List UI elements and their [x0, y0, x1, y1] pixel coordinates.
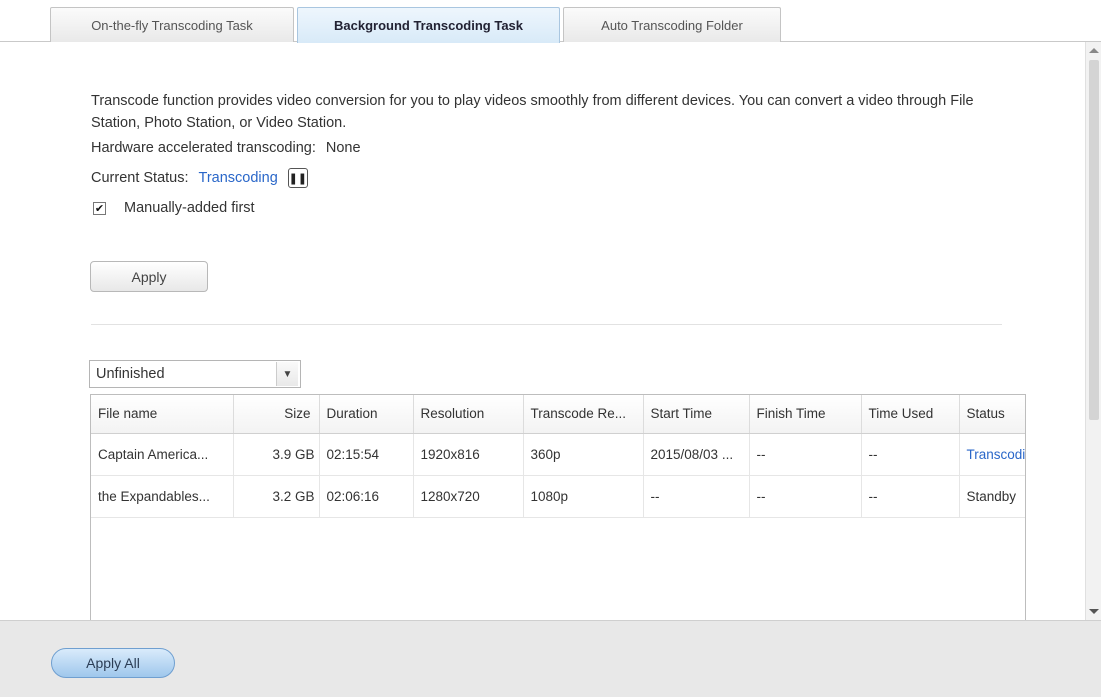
tab-bar: On-the-fly Transcoding Task Background T… — [0, 0, 1101, 43]
cell-start: -- — [643, 475, 750, 518]
tab-auto-folder[interactable]: Auto Transcoding Folder — [563, 7, 781, 42]
cell-duration: 02:15:54 — [319, 433, 414, 476]
col-file-name[interactable]: File name — [91, 395, 234, 434]
filter-selected: Unfinished — [96, 366, 165, 382]
status-label: Current Status: — [91, 170, 189, 186]
manual-first-label: Manually-added first — [124, 200, 255, 216]
vertical-scrollbar[interactable] — [1085, 42, 1101, 620]
col-status[interactable]: Status — [959, 395, 1025, 434]
footer-bar: Apply All — [0, 620, 1101, 697]
cell-start: 2015/08/03 ... — [643, 433, 750, 476]
scrollbar-thumb[interactable] — [1089, 60, 1099, 420]
hardware-value: None — [325, 140, 361, 156]
cell-size: 3.2 GB — [233, 475, 320, 518]
apply-button[interactable]: Apply — [90, 261, 208, 292]
cell-transcode: 1080p — [523, 475, 644, 518]
manual-first-checkbox[interactable]: ✔ — [93, 201, 106, 215]
description-text: Transcode function provides video conver… — [91, 93, 974, 131]
col-start-time[interactable]: Start Time — [643, 395, 750, 434]
cell-used: -- — [861, 433, 960, 476]
status-filter-select[interactable]: Unfinished ▼ — [89, 360, 301, 388]
cell-finish: -- — [749, 475, 862, 518]
task-table: File name Size Duration Resolution Trans… — [90, 394, 1026, 620]
manual-first-row: ✔ Manually-added first — [93, 200, 255, 216]
cell-size: 3.9 GB — [233, 433, 320, 476]
hardware-label: Hardware accelerated transcoding: — [91, 140, 316, 156]
scroll-up-icon[interactable] — [1089, 48, 1099, 53]
cell-used: -- — [861, 475, 960, 518]
col-size[interactable]: Size — [233, 395, 320, 434]
cell-duration: 02:06:16 — [319, 475, 414, 518]
cell-file: the Expandables... — [91, 475, 234, 518]
scroll-down-icon[interactable] — [1089, 609, 1099, 614]
table-row[interactable]: Captain America... 3.9 GB 02:15:54 1920x… — [91, 433, 1025, 476]
tab-on-the-fly[interactable]: On-the-fly Transcoding Task — [50, 7, 294, 42]
col-finish-time[interactable]: Finish Time — [749, 395, 862, 434]
cell-status: Standby — [959, 475, 1025, 518]
chevron-down-icon[interactable]: ▼ — [276, 362, 298, 386]
cell-resolution: 1920x816 — [413, 433, 524, 476]
main-panel: Transcode function provides video conver… — [0, 42, 1085, 620]
cell-resolution: 1280x720 — [413, 475, 524, 518]
cell-file: Captain America... — [91, 433, 234, 476]
cell-finish: -- — [749, 433, 862, 476]
col-transcode-resolution[interactable]: Transcode Re... — [523, 395, 644, 434]
table-row[interactable]: the Expandables... 3.2 GB 02:06:16 1280x… — [91, 475, 1025, 518]
apply-all-button[interactable]: Apply All — [51, 648, 175, 678]
divider — [91, 324, 1002, 325]
status-value: Transcoding — [198, 170, 278, 186]
col-time-used[interactable]: Time Used — [861, 395, 960, 434]
table-header: File name Size Duration Resolution Trans… — [91, 395, 1025, 434]
tab-background[interactable]: Background Transcoding Task — [297, 7, 560, 43]
cell-status: Transcoding — [959, 433, 1025, 476]
pause-icon[interactable]: ❚❚ — [287, 168, 308, 188]
status-row: Current Status: Transcoding ❚❚ — [91, 168, 308, 188]
cell-transcode: 360p — [523, 433, 644, 476]
col-resolution[interactable]: Resolution — [413, 395, 524, 434]
hardware-row: Hardware accelerated transcoding: None — [91, 140, 361, 156]
col-duration[interactable]: Duration — [319, 395, 414, 434]
